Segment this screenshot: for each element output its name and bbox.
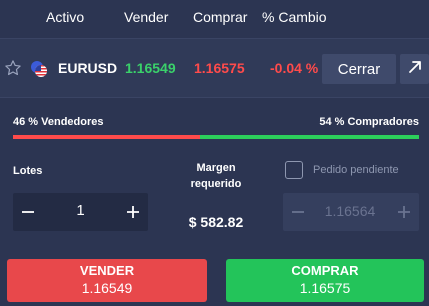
change-percent: -0.04 %	[270, 60, 319, 76]
sellers-percent-label: 46 % Vendedores	[13, 116, 104, 128]
buy-button[interactable]: COMPRAR 1.16575	[226, 259, 424, 302]
margin-label: Margen requerido	[190, 162, 242, 190]
expand-button[interactable]	[400, 54, 429, 84]
sell-button[interactable]: VENDER 1.16549	[7, 259, 207, 302]
lots-label: Lotes	[13, 165, 43, 177]
buy-price-value: 1.16575	[194, 60, 245, 76]
sell-price-value: 1.16549	[125, 60, 176, 76]
symbol-label: EURUSD	[58, 60, 118, 76]
pending-order-label: Pedido pendiente	[313, 164, 399, 176]
lots-stepper: 1	[13, 193, 148, 231]
lots-increment-button[interactable]	[122, 197, 144, 227]
lots-input[interactable]: 1	[53, 202, 108, 219]
sell-button-label: VENDER	[79, 263, 135, 278]
pending-decrement-button[interactable]	[287, 197, 309, 227]
buy-button-price: 1.16575	[299, 280, 351, 296]
buyers-percent-label: 54 % Compradores	[319, 116, 419, 128]
arrow-up-right-icon	[407, 59, 423, 80]
star-icon[interactable]	[4, 59, 22, 77]
pending-price-stepper: 1.16564	[283, 193, 419, 231]
close-position-button[interactable]: Cerrar	[322, 54, 396, 84]
pending-price-input[interactable]: 1.16564	[315, 203, 385, 219]
column-header-buy: Comprar	[193, 9, 248, 25]
buy-button-label: COMPRAR	[291, 263, 359, 278]
margin-value: $ 582.82	[188, 214, 244, 230]
sellers-bar-fill	[13, 135, 200, 139]
pending-order-checkbox[interactable]	[285, 161, 303, 179]
sentiment-bar	[13, 135, 419, 139]
column-header-asset: Activo	[46, 9, 85, 25]
pending-increment-button[interactable]	[393, 197, 415, 227]
sell-button-price: 1.16549	[81, 280, 133, 296]
table-header: Activo Vender Comprar % Cambio	[0, 0, 429, 34]
flag-icon	[30, 60, 48, 78]
column-header-sell: Vender	[124, 9, 169, 25]
lots-decrement-button[interactable]	[17, 197, 39, 227]
column-header-change: % Cambio	[262, 9, 327, 25]
position-row[interactable]: EURUSD 1.16549 1.16575 -0.04 % Cerrar	[0, 38, 429, 98]
